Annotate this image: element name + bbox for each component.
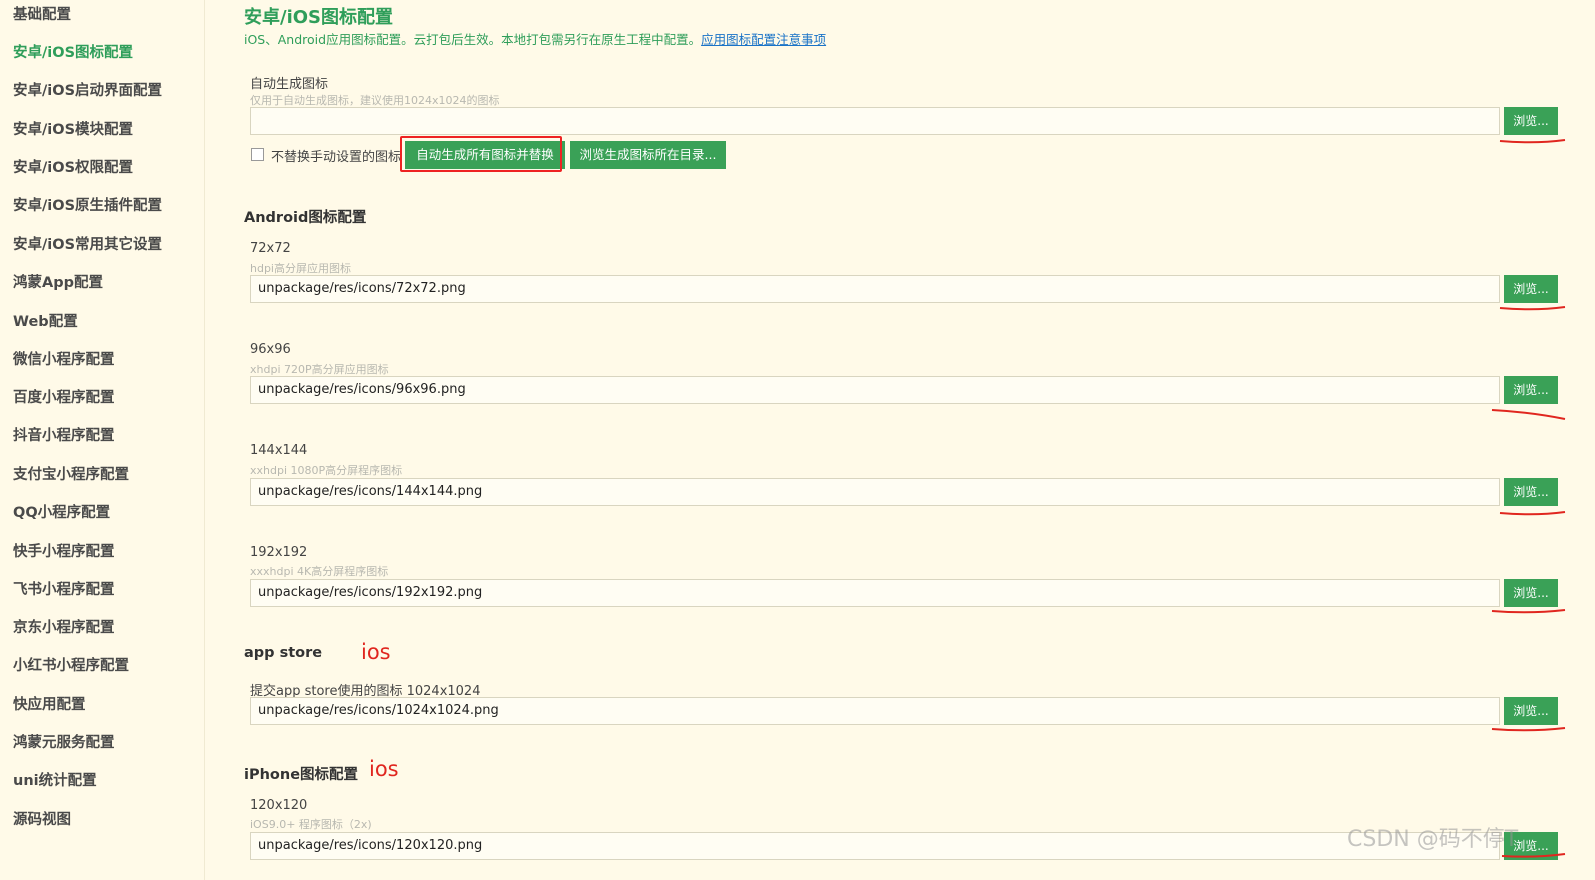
no-replace-checkbox[interactable] xyxy=(251,148,264,161)
sidebar-item-alipay[interactable]: 支付宝小程序配置 xyxy=(13,463,129,484)
sidebar-item-jd[interactable]: 京东小程序配置 xyxy=(13,616,115,637)
sidebar-item-quickapp[interactable]: 快应用配置 xyxy=(13,693,86,714)
auto-icon-label: 自动生成图标 xyxy=(250,77,329,92)
appstore-browse-button[interactable]: 浏览... xyxy=(1504,697,1558,725)
auto-icon-input[interactable] xyxy=(250,107,1500,135)
android-192-browse-button[interactable]: 浏览... xyxy=(1504,579,1558,607)
sidebar-item-other-settings[interactable]: 安卓/iOS常用其它设置 xyxy=(13,233,162,254)
android-144-browse-button[interactable]: 浏览... xyxy=(1504,478,1558,506)
sidebar-item-modules[interactable]: 安卓/iOS模块配置 xyxy=(13,118,133,139)
appstore-input[interactable]: unpackage/res/icons/1024x1024.png xyxy=(250,697,1500,725)
android-72-hint: hdpi高分屏应用图标 xyxy=(250,262,351,275)
generate-button-highlight xyxy=(400,136,562,172)
iphone-section-title: iPhone图标配置 xyxy=(244,767,359,783)
android-192-label: 192x192 xyxy=(250,545,308,560)
sidebar-item-douyin[interactable]: 抖音小程序配置 xyxy=(13,424,115,445)
page-description: iOS、Android应用图标配置。云打包后生效。本地打包需另行在原生工程中配置… xyxy=(244,29,826,48)
sidebar-item-baidu[interactable]: 百度小程序配置 xyxy=(13,386,115,407)
android-96-label: 96x96 xyxy=(250,342,291,357)
auto-icon-browse-button[interactable]: 浏览... xyxy=(1504,107,1558,135)
sidebar-item-weixin[interactable]: 微信小程序配置 xyxy=(13,348,115,369)
android-72-label: 72x72 xyxy=(250,241,291,256)
main-panel: 安卓/iOS图标配置 iOS、Android应用图标配置。云打包后生效。本地打包… xyxy=(205,0,1595,880)
sidebar-item-permissions[interactable]: 安卓/iOS权限配置 xyxy=(13,156,133,177)
sidebar-item-feishu[interactable]: 飞书小程序配置 xyxy=(13,578,115,599)
sidebar-item-uni-stat[interactable]: uni统计配置 xyxy=(13,769,97,790)
sidebar-item-basic[interactable]: 基础配置 xyxy=(13,3,71,24)
iphone-ios-annotation: ios xyxy=(369,757,399,781)
sidebar-item-xiaohongshu[interactable]: 小红书小程序配置 xyxy=(13,654,129,675)
auto-icon-hint: 仅用于自动生成图标，建议使用1024x1024的图标 xyxy=(250,94,500,107)
iphone-120-hint: iOS9.0+ 程序图标（2x) xyxy=(250,818,372,831)
csdn-watermark: CSDN @码不停T xyxy=(1347,827,1519,852)
page-title: 安卓/iOS图标配置 xyxy=(244,7,394,28)
sidebar-item-splash[interactable]: 安卓/iOS启动界面配置 xyxy=(13,79,162,100)
android-144-input[interactable]: unpackage/res/icons/144x144.png xyxy=(250,478,1500,506)
sidebar-item-native-plugins[interactable]: 安卓/iOS原生插件配置 xyxy=(13,194,162,215)
android-192-input[interactable]: unpackage/res/icons/192x192.png xyxy=(250,579,1500,607)
sidebar-item-harmony-app[interactable]: 鸿蒙App配置 xyxy=(13,271,103,292)
appstore-ios-annotation: ios xyxy=(361,640,391,664)
android-section-title: Android图标配置 xyxy=(244,210,367,226)
sidebar-item-kuaishou[interactable]: 快手小程序配置 xyxy=(13,540,115,561)
android-96-hint: xhdpi 720P高分屏应用图标 xyxy=(250,363,389,376)
android-72-input[interactable]: unpackage/res/icons/72x72.png xyxy=(250,275,1500,303)
android-192-hint: xxxhdpi 4K高分屏程序图标 xyxy=(250,565,389,578)
android-144-hint: xxhdpi 1080P高分屏程序图标 xyxy=(250,464,403,477)
sidebar-item-web[interactable]: Web配置 xyxy=(13,310,78,331)
iphone-120-label: 120x120 xyxy=(250,798,308,813)
iphone-120-input[interactable]: unpackage/res/icons/120x120.png xyxy=(250,832,1500,860)
icon-notes-link[interactable]: 应用图标配置注意事项 xyxy=(701,32,826,47)
android-144-label: 144x144 xyxy=(250,443,308,458)
android-96-input[interactable]: unpackage/res/icons/96x96.png xyxy=(250,376,1500,404)
sidebar: 基础配置 安卓/iOS图标配置 安卓/iOS启动界面配置 安卓/iOS模块配置 … xyxy=(0,0,205,880)
open-icon-dir-button[interactable]: 浏览生成图标所在目录... xyxy=(570,141,726,169)
sidebar-item-app-icons[interactable]: 安卓/iOS图标配置 xyxy=(13,41,133,62)
sidebar-item-qq[interactable]: QQ小程序配置 xyxy=(13,501,110,522)
no-replace-label: 不替换手动设置的图标 xyxy=(271,150,402,165)
android-96-browse-button[interactable]: 浏览... xyxy=(1504,376,1558,404)
sidebar-item-harmony-service[interactable]: 鸿蒙元服务配置 xyxy=(13,731,115,752)
appstore-section-title: app store xyxy=(244,645,323,661)
android-72-browse-button[interactable]: 浏览... xyxy=(1504,275,1558,303)
sidebar-item-source-view[interactable]: 源码视图 xyxy=(13,808,71,829)
page-description-text: iOS、Android应用图标配置。云打包后生效。本地打包需另行在原生工程中配置… xyxy=(244,32,702,47)
